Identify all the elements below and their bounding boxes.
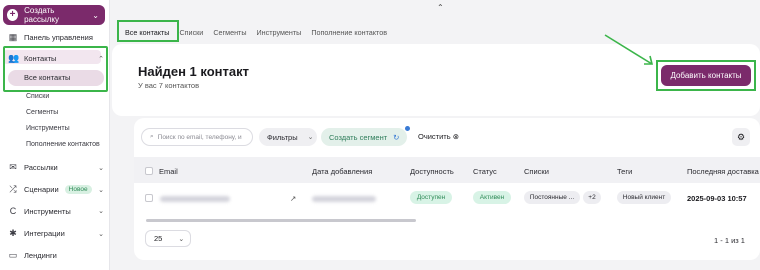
collapse-chevron-icon[interactable]: ⌃	[437, 3, 444, 12]
page-size-select[interactable]: 25 ⌄	[145, 230, 191, 247]
sidebar-subitem-replenish[interactable]: Пополнение контактов	[26, 141, 100, 148]
sidebar-subitem-tools[interactable]: Инструменты	[26, 125, 70, 132]
select-all-checkbox[interactable]	[145, 167, 153, 175]
date-redacted	[312, 196, 376, 202]
search-input[interactable]: ⌕ Поиск по email, телефону, и	[141, 128, 253, 146]
sidebar-item-label: Интеграции	[24, 229, 65, 238]
chevron-down-icon: ⌄	[92, 10, 99, 20]
sidebar-item-integrations[interactable]: ✱ Интеграции ⌄	[8, 228, 104, 239]
pagination-info: 1 - 1 из 1	[714, 236, 745, 245]
column-date-added[interactable]: Дата добавления	[312, 167, 372, 176]
scenarios-icon: ⤮	[9, 184, 17, 194]
sidebar-item-label: Инструменты	[24, 206, 71, 216]
landing-icon: ▭	[8, 250, 18, 260]
tabs-bar: Все контакты Списки Сегменты Инструменты…	[112, 22, 760, 42]
availability-badge: Доступен	[410, 191, 452, 204]
column-lists[interactable]: Списки	[524, 167, 549, 176]
plus-icon: +	[7, 9, 19, 21]
highlight-box	[3, 46, 108, 92]
tools-icon: C	[9, 206, 17, 216]
close-circle-icon: ⊗	[452, 132, 460, 141]
arrow-icon	[604, 34, 654, 65]
column-email[interactable]: Email	[159, 167, 178, 176]
tab-segments[interactable]: Сегменты	[208, 28, 251, 37]
filters-button[interactable]: Фильтры ⌄	[259, 128, 317, 146]
chevron-down-icon: ⌄	[98, 186, 104, 194]
column-last-delivery[interactable]: Последняя доставка	[687, 167, 760, 176]
create-campaign-button[interactable]: + Создать рассылку ⌄	[3, 5, 105, 25]
page-size-value: 25	[154, 234, 163, 243]
create-campaign-label: Создать рассылку	[24, 6, 59, 24]
clear-label: Очистить	[418, 132, 451, 141]
sidebar-subitem-segments[interactable]: Сегменты	[26, 109, 58, 116]
search-icon: ⌕	[150, 133, 154, 140]
main-content: ⌃ Все контакты Списки Сегменты Инструмен…	[112, 0, 760, 270]
column-tags[interactable]: Теги	[617, 167, 632, 176]
sidebar-item-label: Панель управления	[24, 33, 93, 42]
tag-badge[interactable]: Новый клиент	[617, 191, 671, 204]
tab-replenish[interactable]: Пополнение контактов	[306, 28, 392, 37]
chevron-down-icon: ⌄	[98, 208, 104, 215]
create-segment-button[interactable]: Создать сегмент ↻	[321, 128, 407, 146]
column-availability[interactable]: Доступность	[410, 167, 454, 176]
dashboard-icon: ▦	[8, 32, 18, 42]
open-external-icon[interactable]: ↗	[290, 194, 296, 203]
filters-label: Фильтры	[267, 132, 298, 142]
sidebar-item-label: Лендинги	[24, 251, 57, 260]
chevron-down-icon: ⌄	[98, 164, 104, 172]
notification-dot	[405, 126, 410, 131]
column-status[interactable]: Статус	[473, 167, 497, 176]
page-title: Найден 1 контакт	[138, 64, 249, 79]
mail-icon: ✉	[9, 162, 17, 172]
status-badge: Активен	[473, 191, 511, 204]
tab-lists[interactable]: Списки	[174, 28, 208, 37]
sidebar-item-scenarios[interactable]: ⤮ Сценарии Новое ⌄	[8, 184, 104, 195]
horizontal-scrollbar[interactable]	[146, 219, 416, 222]
row-checkbox[interactable]	[145, 194, 153, 202]
create-segment-label: Создать сегмент	[329, 132, 388, 142]
sidebar-item-dashboard[interactable]: ▦ Панель управления	[8, 32, 104, 43]
highlight-box	[117, 20, 179, 42]
sidebar-item-landings[interactable]: ▭ Лендинги	[8, 250, 104, 261]
tab-tools[interactable]: Инструменты	[252, 28, 307, 37]
new-badge: Новое	[64, 185, 92, 194]
sidebar-item-mailings[interactable]: ✉ Рассылки ⌄	[8, 162, 104, 173]
refresh-icon: ↻	[393, 132, 400, 142]
chevron-down-icon: ⌄	[98, 230, 104, 238]
sidebar-item-label: Рассылки	[24, 163, 58, 172]
email-redacted	[160, 196, 230, 202]
integrations-icon: ✱	[9, 228, 17, 238]
chevron-down-icon: ⌄	[307, 134, 314, 141]
sidebar-item-label: Сценарии	[24, 185, 59, 194]
clear-filters-button[interactable]: Очистить ⊗	[418, 132, 459, 141]
sidebar-item-tools[interactable]: C Инструменты ⌄	[8, 206, 104, 216]
sidebar: + Создать рассылку ⌄ ▦ Панель управления…	[0, 0, 110, 270]
list-badge[interactable]: Постоянные ...	[524, 191, 580, 204]
chevron-down-icon: ⌄	[178, 235, 185, 243]
contacts-count: У вас 7 контактов	[138, 81, 200, 90]
more-lists-badge[interactable]: +2	[583, 191, 601, 204]
last-delivery-value: 2025-09-03 10:57	[687, 194, 747, 203]
add-contacts-button[interactable]: Добавить контакты	[661, 65, 751, 86]
sidebar-subitem-lists[interactable]: Списки	[26, 93, 49, 100]
gear-icon[interactable]: ⚙	[732, 128, 750, 146]
search-placeholder: Поиск по email, телефону, и	[157, 133, 242, 141]
